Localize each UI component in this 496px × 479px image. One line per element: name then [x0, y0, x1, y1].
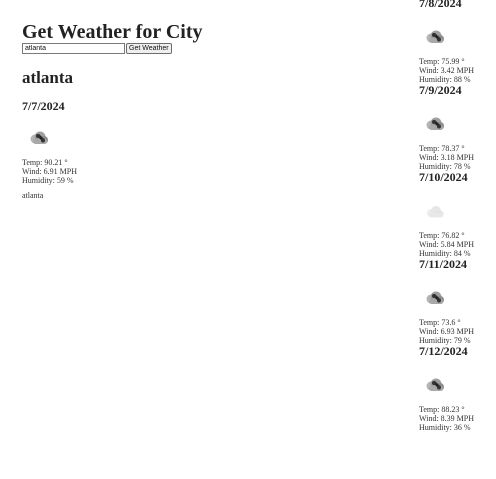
current-date: 7/7/2024 — [22, 99, 65, 113]
forecast-date: 7/10/2024 — [419, 170, 468, 184]
search-panel: Get Weather for City Get Weather atlanta… — [22, 22, 282, 200]
forecast-temp: Temp: 73.6 ° — [419, 318, 461, 327]
forecast-card: 7/10/2024 Temp: 76.82 ° Wind: 5.84 MPH H… — [419, 171, 496, 258]
forecast-temp: Temp: 88.23 ° — [419, 405, 465, 414]
current-humidity: Humidity: 59 % — [22, 176, 74, 185]
current-weather-card: 7/7/2024 Temp: 90.21 ° Wind: 6.91 MPH Hu… — [22, 100, 282, 200]
page-title: Get Weather for City — [22, 21, 203, 43]
cloud-rain-icon — [27, 130, 67, 158]
current-temp: Temp: 90.21 ° — [22, 158, 68, 167]
forecast-stats: Temp: 73.6 ° Wind: 6.93 MPH Humidity: 79… — [419, 318, 496, 345]
cloud-rain-icon — [423, 377, 463, 405]
forecast-wind: Wind: 3.42 MPH — [419, 66, 475, 75]
forecast-humidity: Humidity: 36 % — [419, 423, 471, 432]
forecast-date: 7/8/2024 — [419, 0, 462, 10]
get-weather-button[interactable]: Get Weather — [126, 43, 172, 54]
forecast-date: 7/9/2024 — [419, 83, 462, 97]
weather-page: Get Weather for City Get Weather atlanta… — [0, 0, 496, 479]
forecast-stats: Temp: 75.99 ° Wind: 3.42 MPH Humidity: 8… — [419, 57, 496, 84]
search-form: Get Weather — [22, 43, 282, 54]
cloud-rain-icon — [423, 290, 463, 318]
forecast-stats: Temp: 88.23 ° Wind: 8.39 MPH Humidity: 3… — [419, 405, 496, 432]
forecast-card: 7/12/2024 Temp: 88.23 ° Wind: 8.39 MPH H… — [419, 345, 496, 432]
forecast-list: 7/8/2024 Temp: 75.99 ° Wind: 3.42 MPH Hu… — [419, 0, 496, 432]
forecast-wind: Wind: 5.84 MPH — [419, 240, 475, 249]
forecast-card: 7/11/2024 Temp: 73.6 ° Wind: 6.93 MPH Hu… — [419, 258, 496, 345]
forecast-card: 7/9/2024 Temp: 78.37 ° Wind: 3.18 MPH Hu… — [419, 84, 496, 171]
forecast-temp: Temp: 76.82 ° — [419, 231, 465, 240]
forecast-wind: Wind: 3.18 MPH — [419, 153, 475, 162]
forecast-temp: Temp: 75.99 ° — [419, 57, 465, 66]
city-heading: atlanta — [22, 68, 73, 87]
forecast-wind: Wind: 6.93 MPH — [419, 327, 475, 336]
forecast-temp: Temp: 78.37 ° — [419, 144, 465, 153]
cloud-rain-icon — [423, 29, 463, 57]
forecast-wind: Wind: 8.39 MPH — [419, 414, 475, 423]
cloud-icon — [423, 203, 463, 231]
forecast-stats: Temp: 76.82 ° Wind: 5.84 MPH Humidity: 8… — [419, 231, 496, 258]
forecast-date: 7/12/2024 — [419, 344, 468, 358]
search-history-item[interactable]: atlanta — [22, 191, 282, 200]
forecast-date: 7/11/2024 — [419, 257, 468, 271]
forecast-card: 7/8/2024 Temp: 75.99 ° Wind: 3.42 MPH Hu… — [419, 0, 496, 84]
current-wind: Wind: 6.91 MPH — [22, 167, 78, 176]
current-stats: Temp: 90.21 ° Wind: 6.91 MPH Humidity: 5… — [22, 158, 282, 185]
city-search-input[interactable] — [22, 43, 125, 54]
forecast-stats: Temp: 78.37 ° Wind: 3.18 MPH Humidity: 7… — [419, 144, 496, 171]
cloud-rain-icon — [423, 116, 463, 144]
